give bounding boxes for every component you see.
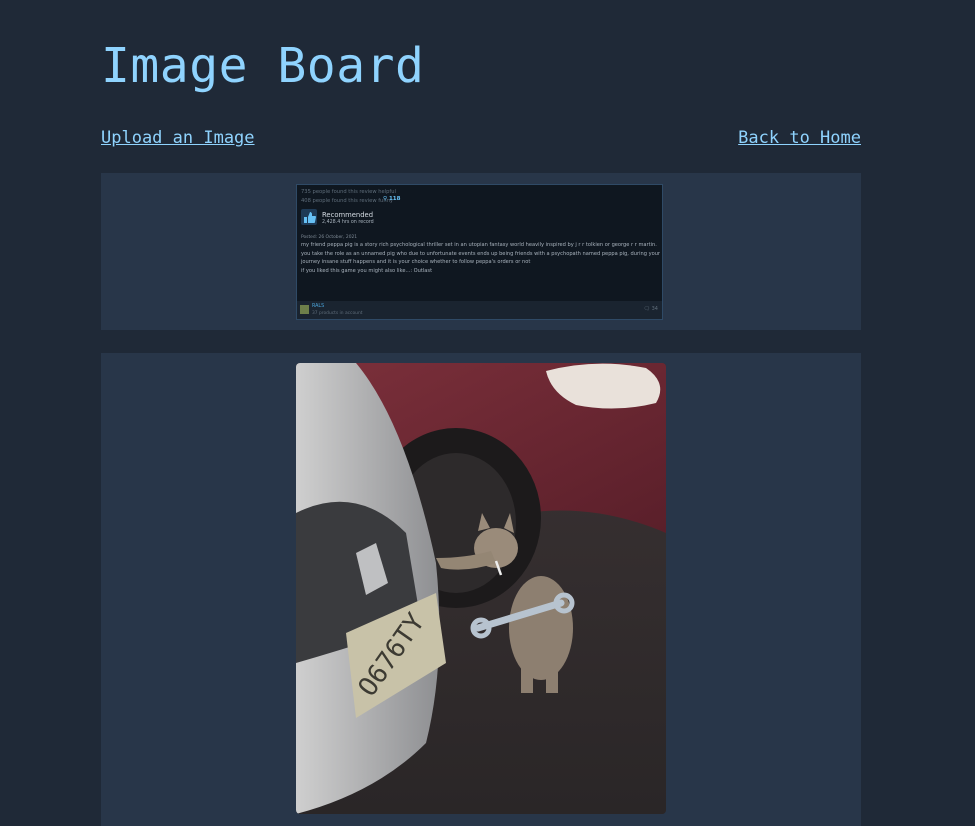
comment-count: 🗨 34 <box>643 306 658 312</box>
post-image-cat-with-wrench[interactable]: O676TY <box>296 363 666 814</box>
review-verdict: Recommended <box>322 211 374 219</box>
award-count: ⚲ 118 <box>383 196 401 202</box>
review-line: if you liked this game you might also li… <box>301 268 433 275</box>
review-line: journey insane stuff happens and it is y… <box>301 259 531 266</box>
nav-bar: Upload an Image Back to Home <box>101 128 861 152</box>
comment-icon: 🗨 <box>643 306 651 312</box>
review-helpful-counts: 735 people found this review helpful 408… <box>301 188 396 205</box>
image-post: O676TY <box>101 353 861 826</box>
review-line: you take the role as an unnamed pig who … <box>301 250 661 257</box>
review-footer: RALS 37 products in account 🗨 34 <box>297 301 662 319</box>
review-line: my friend peppa pig is a story rich psyc… <box>301 242 657 248</box>
helpful-count: 735 people found this review helpful <box>301 189 396 195</box>
back-to-home-link[interactable]: Back to Home <box>738 128 861 148</box>
image-post: 735 people found this review helpful 408… <box>101 173 861 330</box>
review-username: RALS <box>312 304 325 309</box>
thumbs-up-icon <box>301 209 317 225</box>
page-title: Image Board <box>101 38 425 94</box>
review-posted-date: Posted: 26 October, 2021 <box>301 235 358 240</box>
post-image-steam-review[interactable]: 735 people found this review helpful 408… <box>296 184 663 320</box>
review-body: my friend peppa pig is a story rich psyc… <box>301 241 662 276</box>
review-hours: 2,428.4 hrs on record <box>322 220 374 225</box>
avatar <box>300 305 309 314</box>
funny-count: 408 people found this review funny <box>301 197 393 204</box>
review-products: 37 products in account <box>312 311 363 316</box>
award-icon: ⚲ <box>383 196 388 202</box>
upload-image-link[interactable]: Upload an Image <box>101 128 255 148</box>
